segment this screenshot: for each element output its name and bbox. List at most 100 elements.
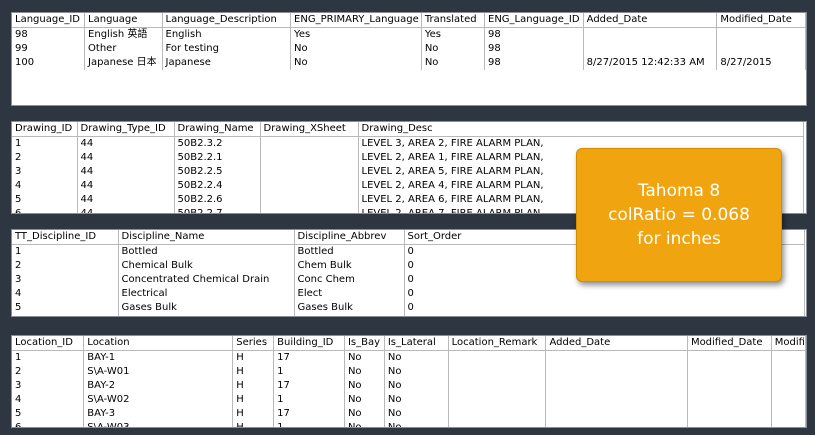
column-header[interactable]: Drawing_Name — [174, 122, 261, 137]
table-cell[interactable] — [771, 350, 806, 365]
table-cell[interactable]: No — [384, 393, 449, 407]
table-cell[interactable] — [687, 407, 772, 421]
table-cell[interactable]: Chemical Bulk — [118, 259, 295, 273]
table-cell[interactable]: No — [384, 350, 449, 365]
column-header[interactable]: Drawing_Type_ID — [77, 122, 175, 137]
table-cell[interactable]: 4 — [12, 179, 78, 193]
table-row[interactable]: 100 Japanese 日本 Japanese No No 98 8/27/2015 12… — [12, 56, 806, 70]
table-cell[interactable]: 5 — [12, 407, 85, 421]
table-cell[interactable]: 2 — [12, 259, 119, 273]
table-cell[interactable] — [260, 165, 359, 179]
table-cell[interactable]: H — [232, 393, 275, 407]
table-cell[interactable] — [771, 407, 806, 421]
table-cell[interactable]: Electrical — [118, 287, 295, 301]
table-cell[interactable] — [771, 365, 806, 379]
column-header[interactable]: Language_Description — [162, 13, 292, 28]
table-cell[interactable]: 6 — [12, 421, 85, 427]
column-header[interactable]: Discipline_Abbrev — [294, 230, 405, 245]
table-cell[interactable]: Japanese — [162, 56, 292, 70]
table-cell[interactable]: 98 — [484, 42, 584, 56]
table-cell[interactable]: 17 — [273, 407, 345, 421]
table-row[interactable]: 4 S\A-W02 H 1 No No — [12, 393, 806, 407]
column-header[interactable]: Added_Date — [545, 336, 688, 351]
table-cell[interactable] — [545, 421, 688, 427]
table-cell[interactable]: 3 — [12, 273, 119, 287]
table-cell[interactable]: H — [232, 379, 275, 393]
table-cell[interactable]: For testing — [162, 42, 292, 56]
table-cell[interactable] — [545, 379, 688, 393]
column-header[interactable]: Series — [232, 336, 275, 351]
table-cell[interactable] — [448, 407, 547, 421]
table-cell[interactable]: 1 — [12, 136, 78, 151]
table-cell[interactable]: 44 — [77, 165, 175, 179]
table-cell[interactable]: 100 — [12, 56, 86, 70]
table-cell[interactable]: 2 — [12, 365, 85, 379]
table-cell[interactable]: Elect — [294, 287, 405, 301]
table-cell[interactable]: No — [344, 350, 385, 365]
table-cell[interactable]: No — [344, 421, 385, 427]
table-cell[interactable] — [687, 365, 772, 379]
table-cell[interactable]: No — [421, 56, 486, 70]
table-cell[interactable]: 50B2.2.4 — [174, 179, 261, 193]
table-cell[interactable]: Gases Gen — [294, 315, 405, 316]
table-cell[interactable]: 5 — [12, 301, 119, 315]
table-cell[interactable]: English 英語 — [84, 27, 163, 42]
table-cell[interactable]: 1 — [12, 244, 119, 259]
table-cell[interactable] — [448, 393, 547, 407]
table-cell[interactable]: 98 — [484, 56, 584, 70]
table-cell[interactable]: 50B2.2.6 — [174, 193, 261, 207]
table-cell[interactable]: Chem Bulk — [294, 259, 405, 273]
table-cell[interactable] — [771, 379, 806, 393]
table-cell[interactable]: No — [384, 421, 449, 427]
table-row[interactable]: 99 Other For testing No No 98 — [12, 42, 806, 56]
table-cell[interactable] — [448, 350, 547, 365]
table-cell[interactable]: H — [232, 407, 275, 421]
table-cell[interactable] — [687, 350, 772, 365]
table-cell[interactable]: 1 — [273, 365, 345, 379]
table-row[interactable]: 6 S\A-W03 H 1 No No — [12, 421, 806, 427]
table-cell[interactable] — [716, 27, 806, 42]
table-cell[interactable] — [716, 42, 806, 56]
table-cell[interactable]: 1 — [12, 350, 85, 365]
table-cell[interactable]: No — [290, 42, 422, 56]
table-cell[interactable]: 4 — [12, 287, 119, 301]
column-header[interactable]: TT_Discipline_ID — [12, 230, 119, 245]
table-cell[interactable]: 8/27/2015 12:42:33 AM — [583, 56, 718, 70]
table-cell[interactable]: English — [162, 27, 292, 42]
table-cell[interactable]: No — [290, 56, 422, 70]
table-cell[interactable]: 44 — [77, 151, 175, 165]
table-cell[interactable]: No — [344, 407, 385, 421]
table-cell[interactable]: S\A-W02 — [83, 393, 234, 407]
table-row[interactable]: 98 English 英語 English Yes Yes 98 — [12, 27, 806, 42]
table-cell[interactable] — [260, 207, 359, 213]
table-cell[interactable]: Bottled — [118, 244, 295, 259]
table-cell[interactable] — [545, 365, 688, 379]
table-cell[interactable] — [583, 27, 718, 42]
column-header[interactable]: Language_ID — [12, 13, 86, 28]
column-header[interactable]: Modified_Date — [716, 13, 806, 28]
table-cell[interactable]: BAY-1 — [83, 350, 234, 365]
table-cell[interactable] — [771, 421, 806, 427]
table-cell[interactable]: No — [344, 379, 385, 393]
table-cell[interactable] — [583, 42, 718, 56]
table-cell[interactable] — [448, 365, 547, 379]
table-cell[interactable] — [545, 407, 688, 421]
table-cell[interactable] — [545, 350, 688, 365]
table-cell[interactable]: Concentrated Chemical Drain — [118, 273, 295, 287]
table-row[interactable]: 5 Gases Bulk Gases Bulk 0 — [12, 301, 805, 315]
location-grid[interactable]: Location_ID Location Series Building_ID Is_B… — [11, 335, 807, 428]
column-header[interactable]: ENG_Language_ID — [484, 13, 584, 28]
table-cell[interactable]: 6 — [12, 207, 78, 213]
table-cell[interactable]: S\A-W03 — [83, 421, 234, 427]
table-cell[interactable] — [260, 179, 359, 193]
table-cell[interactable]: Bottled — [294, 244, 405, 259]
column-header[interactable]: Is_Lateral — [384, 336, 449, 351]
column-header[interactable]: Drawing_ID — [12, 122, 78, 137]
table-cell[interactable]: No — [344, 393, 385, 407]
column-header[interactable]: ENG_PRIMARY_Language — [290, 13, 422, 28]
table-cell[interactable] — [687, 421, 772, 427]
column-header[interactable]: Drawing_Desc — [358, 122, 804, 137]
column-header[interactable]: Discipline_Name — [118, 230, 295, 245]
table-cell[interactable]: Other — [84, 42, 163, 56]
table-cell[interactable]: 4 — [12, 393, 85, 407]
